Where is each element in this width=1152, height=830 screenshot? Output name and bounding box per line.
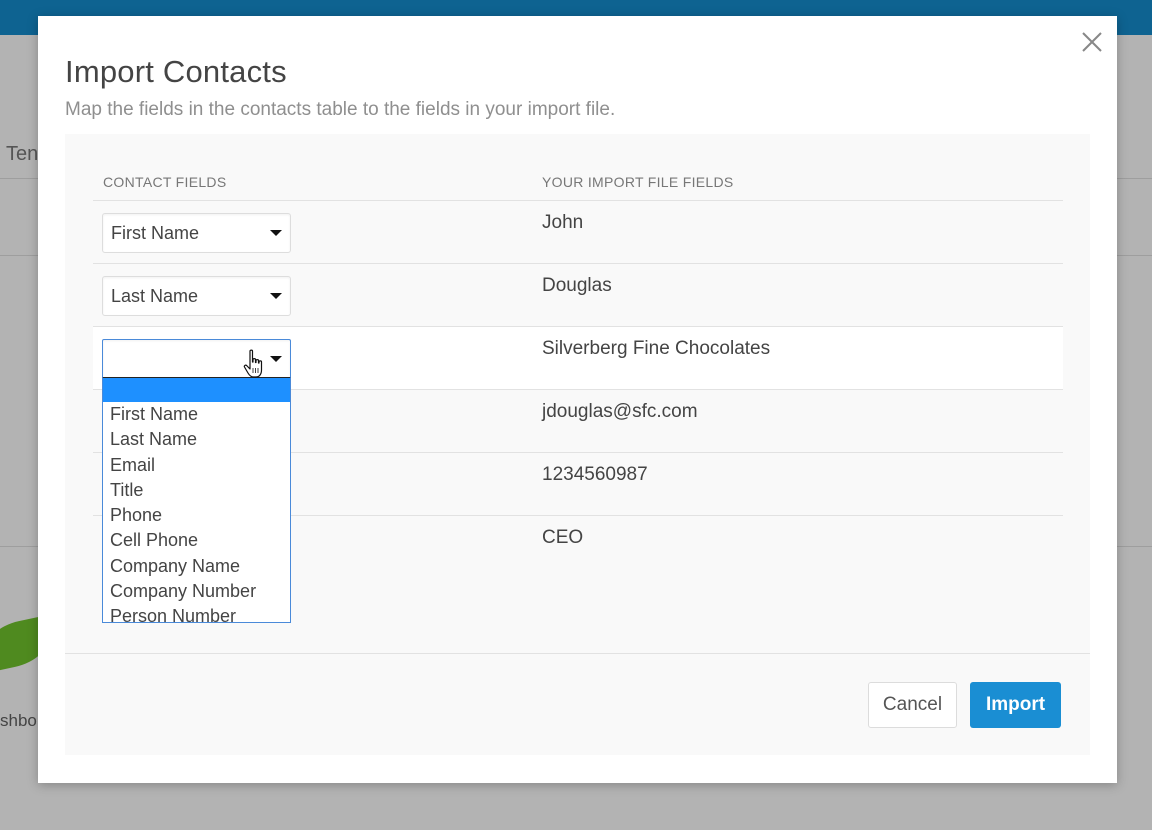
dropdown-option-person-number[interactable]: Person Number	[103, 604, 290, 622]
caret-down-icon	[270, 356, 282, 362]
contact-fields-header: CONTACT FIELDS	[103, 174, 227, 190]
close-icon	[1082, 32, 1102, 52]
import-file-fields-header: YOUR IMPORT FILE FIELDS	[542, 174, 734, 190]
close-button[interactable]	[1081, 31, 1103, 53]
import-button[interactable]: Import	[970, 682, 1061, 728]
field-options-dropdown: First Name Last Name Email Title Phone C…	[102, 378, 291, 623]
mapping-panel: CONTACT FIELDS YOUR IMPORT FILE FIELDS F…	[65, 134, 1090, 755]
dropdown-option-blank[interactable]	[103, 378, 290, 402]
contact-field-select[interactable]: Last Name	[102, 276, 291, 316]
dropdown-option-phone[interactable]: Phone	[103, 503, 290, 528]
import-field-value: CEO	[542, 527, 584, 548]
modal-title: Import Contacts	[65, 54, 287, 89]
footer-divider	[65, 653, 1090, 654]
import-field-value: jdouglas@sfc.com	[542, 401, 698, 422]
background-tab-label: Ten	[6, 143, 39, 165]
import-field-value: 1234560987	[542, 464, 648, 485]
mapping-row: Last Name Douglas	[93, 263, 1063, 326]
dropdown-option-last-name[interactable]: Last Name	[103, 427, 290, 452]
contact-field-select[interactable]: First Name	[102, 213, 291, 253]
modal-subtitle: Map the fields in the contacts table to …	[65, 99, 616, 120]
dropdown-option-first-name[interactable]: First Name	[103, 402, 290, 427]
mapping-row: First Name John	[93, 200, 1063, 263]
caret-down-icon	[270, 293, 282, 299]
dropdown-option-title[interactable]: Title	[103, 478, 290, 503]
import-field-value: Douglas	[542, 275, 612, 296]
dropdown-option-company-name[interactable]: Company Name	[103, 554, 290, 579]
select-value: Last Name	[111, 286, 199, 306]
mapping-row-active: Silverberg Fine Chocolates First Name La…	[93, 326, 1063, 623]
import-field-value: John	[542, 212, 584, 233]
background-sidebar-label: shbo	[0, 711, 37, 730]
dropdown-option-cell-phone[interactable]: Cell Phone	[103, 528, 290, 553]
dropdown-option-email[interactable]: Email	[103, 453, 290, 478]
import-field-value: Silverberg Fine Chocolates	[542, 338, 771, 359]
hand-pointer-icon	[243, 349, 263, 378]
import-contacts-modal: Import Contacts Map the fields in the co…	[38, 16, 1117, 783]
cancel-button[interactable]: Cancel	[868, 682, 957, 728]
caret-down-icon	[270, 230, 282, 236]
dropdown-option-company-number[interactable]: Company Number	[103, 579, 290, 604]
select-value: First Name	[111, 223, 200, 243]
